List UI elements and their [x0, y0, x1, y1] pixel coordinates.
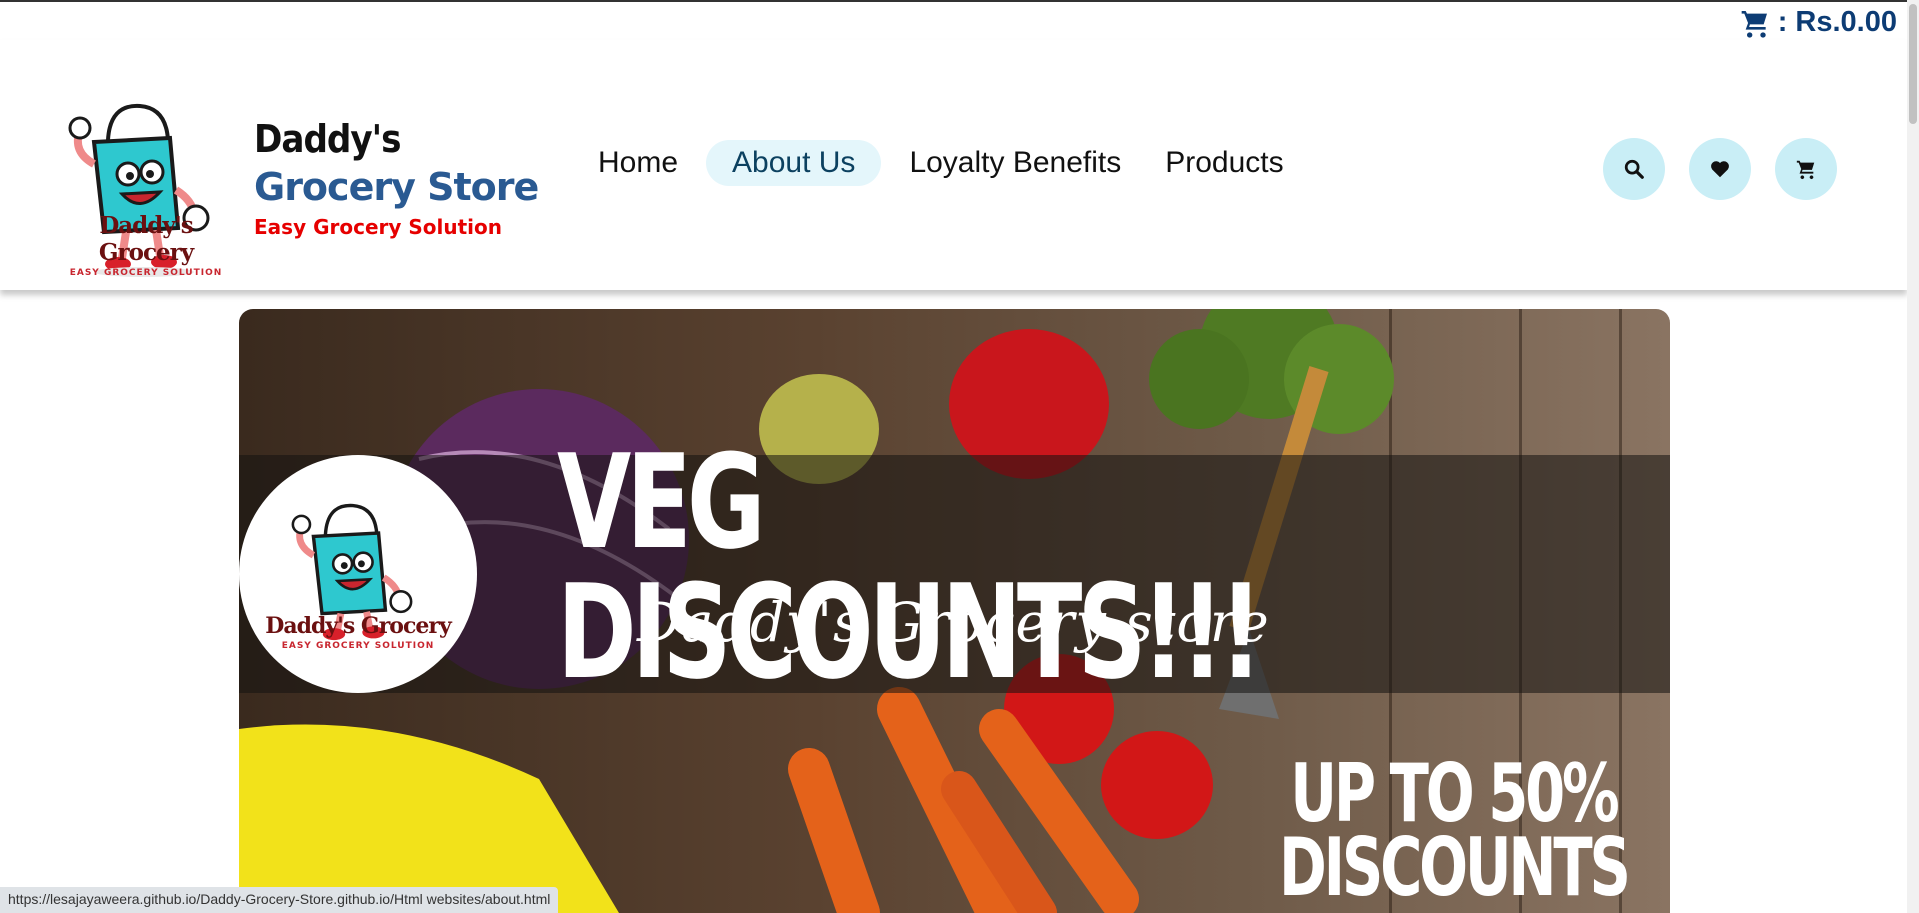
- banner-promo: UP TO 50% DISCOUNTS: [1279, 747, 1631, 913]
- badge-logo-subtext: EASY GROCERY SOLUTION: [281, 641, 435, 651]
- header-icon-buttons: [1603, 138, 1837, 200]
- status-bar-url: https://lesajayaweera.github.io/Daddy-Gr…: [0, 887, 559, 913]
- heart-icon: [1711, 161, 1729, 178]
- nav-products[interactable]: Products: [1149, 140, 1299, 186]
- nav-about-us[interactable]: About Us: [706, 140, 882, 186]
- cart-total[interactable]: : Rs.0.00: [1738, 6, 1897, 39]
- brand-tagline: Easy Grocery Solution: [254, 215, 502, 239]
- site-header: Daddy's Grocery EASY GROCERY SOLUTION Da…: [0, 40, 1907, 290]
- cart-total-text: : Rs.0.00: [1777, 6, 1897, 38]
- nav-home[interactable]: Home: [582, 140, 694, 186]
- window-top-border: [0, 0, 1919, 2]
- search-icon: [1624, 159, 1644, 179]
- brand-block: Daddy's Grocery Store Easy Grocery Solut…: [254, 115, 539, 239]
- cart-button[interactable]: [1775, 138, 1837, 200]
- promo-line2: DISCOUNTS: [1279, 821, 1631, 913]
- cart-icon: [1741, 10, 1767, 38]
- cart-icon: [1796, 160, 1815, 180]
- logo-subtext: EASY GROCERY SOLUTION: [69, 268, 223, 278]
- wishlist-button[interactable]: [1689, 138, 1751, 200]
- main-nav: Home About Us Loyalty Benefits Products: [582, 140, 1300, 186]
- hero-banner: Daddy's Grocery EASY GROCERY SOLUTION VE…: [239, 309, 1670, 913]
- logo-text: Daddy's Grocery: [98, 212, 194, 266]
- brand-name-line1: Daddy's: [254, 117, 402, 161]
- scrollbar-thumb[interactable]: [1909, 4, 1917, 124]
- promo-line1: UP TO 50%: [1290, 747, 1619, 840]
- banner-title: VEG DISCOUNTS!!!: [557, 426, 1263, 708]
- nav-loyalty-benefits[interactable]: Loyalty Benefits: [893, 140, 1137, 186]
- page-scrollbar[interactable]: [1907, 0, 1919, 913]
- badge-logo-text: Daddy's Grocery: [265, 613, 451, 639]
- banner-subtitle: Daddy's Grocery store: [637, 591, 1270, 654]
- search-button[interactable]: [1603, 138, 1665, 200]
- brand-name-line2: Grocery Store: [254, 165, 539, 209]
- banner-logo-badge: Daddy's Grocery EASY GROCERY SOLUTION: [239, 455, 477, 693]
